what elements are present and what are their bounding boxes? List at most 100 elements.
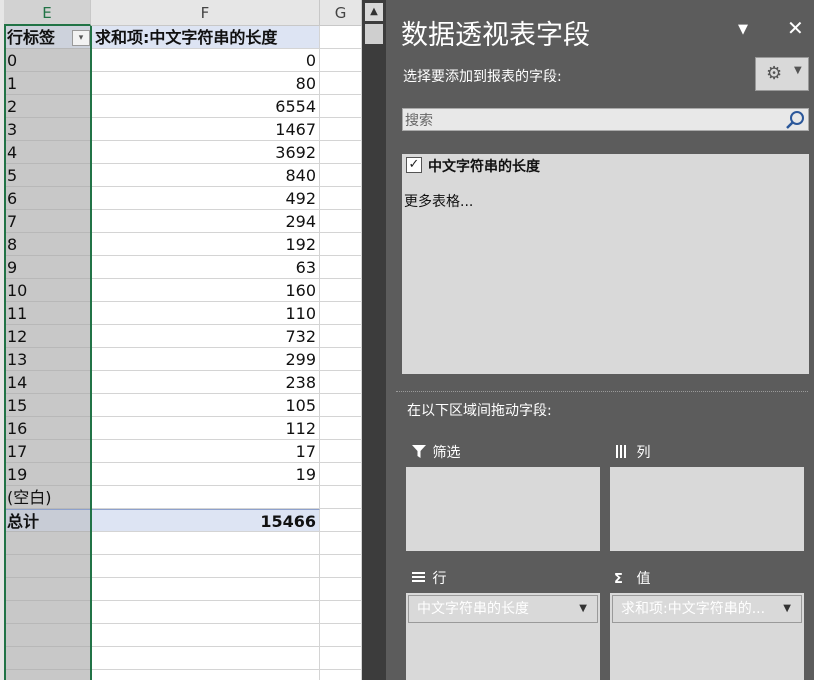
- empty-cell[interactable]: [320, 463, 362, 486]
- value-cell[interactable]: 299: [91, 348, 320, 371]
- value-cell[interactable]: 110: [91, 302, 320, 325]
- field-search-box[interactable]: [402, 108, 809, 131]
- empty-cell[interactable]: [320, 187, 362, 210]
- row-label-cell[interactable]: 0: [4, 49, 91, 72]
- row-label-cell[interactable]: 9: [4, 256, 91, 279]
- value-cell[interactable]: 492: [91, 187, 320, 210]
- empty-cell[interactable]: [91, 601, 320, 624]
- empty-cell[interactable]: [320, 302, 362, 325]
- empty-cell[interactable]: [320, 49, 362, 72]
- empty-cell[interactable]: [320, 141, 362, 164]
- row-label-cell[interactable]: 7: [4, 210, 91, 233]
- empty-cell[interactable]: [4, 624, 91, 647]
- empty-cell[interactable]: [320, 279, 362, 302]
- value-cell[interactable]: 238: [91, 371, 320, 394]
- empty-cell[interactable]: [91, 670, 320, 680]
- row-label-cell[interactable]: 12: [4, 325, 91, 348]
- empty-cell[interactable]: [91, 532, 320, 555]
- value-cell[interactable]: 19: [91, 463, 320, 486]
- row-label-cell[interactable]: 17: [4, 440, 91, 463]
- empty-cell[interactable]: [320, 509, 362, 532]
- empty-cell[interactable]: [320, 624, 362, 647]
- rows-drop-area[interactable]: 中文字符串的长度 ▼: [406, 593, 600, 680]
- search-icon[interactable]: [785, 110, 805, 130]
- row-label-cell[interactable]: (空白): [4, 486, 91, 509]
- empty-cell[interactable]: [320, 578, 362, 601]
- row-label-cell[interactable]: 4: [4, 141, 91, 164]
- value-cell[interactable]: 80: [91, 72, 320, 95]
- chevron-down-icon[interactable]: ▼: [783, 596, 791, 622]
- empty-cell[interactable]: [320, 95, 362, 118]
- value-cell[interactable]: 1467: [91, 118, 320, 141]
- empty-cell[interactable]: [4, 532, 91, 555]
- row-label-cell[interactable]: 5: [4, 164, 91, 187]
- row-label-cell[interactable]: 10: [4, 279, 91, 302]
- spreadsheet-grid[interactable]: E F G 行标签 ▾ 求和项:中文字符串的长度 0 0 1 80 2 6554 3 1467…: [0, 0, 362, 680]
- vertical-scrollbar[interactable]: ▲: [362, 0, 386, 680]
- value-cell[interactable]: 3692: [91, 141, 320, 164]
- empty-cell[interactable]: [4, 601, 91, 624]
- value-header-cell[interactable]: 求和项:中文字符串的长度: [91, 26, 320, 49]
- empty-cell[interactable]: [320, 72, 362, 95]
- empty-cell[interactable]: [320, 440, 362, 463]
- empty-cell[interactable]: [320, 532, 362, 555]
- column-header-g[interactable]: G: [320, 0, 362, 26]
- empty-cell[interactable]: [4, 647, 91, 670]
- value-cell[interactable]: 105: [91, 394, 320, 417]
- row-label-cell[interactable]: 1: [4, 72, 91, 95]
- scroll-up-button[interactable]: ▲: [365, 3, 383, 21]
- row-label-cell[interactable]: 19: [4, 463, 91, 486]
- value-cell[interactable]: 63: [91, 256, 320, 279]
- scroll-thumb[interactable]: [365, 24, 383, 44]
- empty-cell[interactable]: [320, 486, 362, 509]
- column-header-f[interactable]: F: [91, 0, 320, 26]
- value-cell[interactable]: 840: [91, 164, 320, 187]
- empty-cell[interactable]: [320, 647, 362, 670]
- total-label-cell[interactable]: 总计: [4, 509, 91, 532]
- filters-drop-area[interactable]: [406, 467, 600, 551]
- empty-cell[interactable]: [320, 210, 362, 233]
- empty-cell[interactable]: [320, 325, 362, 348]
- value-cell[interactable]: 6554: [91, 95, 320, 118]
- empty-cell[interactable]: [4, 578, 91, 601]
- more-tables-link[interactable]: 更多表格...: [404, 191, 473, 211]
- row-label-cell[interactable]: 16: [4, 417, 91, 440]
- row-label-cell[interactable]: 3: [4, 118, 91, 141]
- value-cell[interactable]: 112: [91, 417, 320, 440]
- empty-cell[interactable]: [320, 417, 362, 440]
- empty-cell[interactable]: [91, 647, 320, 670]
- empty-cell[interactable]: [320, 601, 362, 624]
- row-label-cell[interactable]: 11: [4, 302, 91, 325]
- columns-drop-area[interactable]: [610, 467, 804, 551]
- row-label-cell[interactable]: 6: [4, 187, 91, 210]
- value-cell[interactable]: 294: [91, 210, 320, 233]
- value-cell[interactable]: 732: [91, 325, 320, 348]
- pane-close-icon[interactable]: ✕: [787, 16, 804, 40]
- empty-cell[interactable]: [320, 26, 362, 49]
- rows-field-pill[interactable]: 中文字符串的长度 ▼: [408, 595, 598, 623]
- field-checkbox[interactable]: ✓: [406, 157, 422, 173]
- pane-options-dropdown-icon[interactable]: ▼: [738, 22, 748, 37]
- empty-cell[interactable]: [320, 348, 362, 371]
- row-label-cell[interactable]: 14: [4, 371, 91, 394]
- empty-cell[interactable]: [320, 394, 362, 417]
- row-label-cell[interactable]: 15: [4, 394, 91, 417]
- row-label-filter-button[interactable]: ▾: [72, 30, 90, 46]
- column-header-e[interactable]: E: [4, 0, 91, 26]
- row-label-cell[interactable]: 13: [4, 348, 91, 371]
- empty-cell[interactable]: [320, 233, 362, 256]
- field-name-label[interactable]: 中文字符串的长度: [428, 156, 540, 176]
- value-cell[interactable]: [91, 486, 320, 509]
- chevron-down-icon[interactable]: ▼: [579, 596, 587, 622]
- empty-cell[interactable]: [320, 256, 362, 279]
- empty-cell[interactable]: [320, 371, 362, 394]
- total-value-cell[interactable]: 15466: [91, 509, 320, 532]
- values-field-pill[interactable]: 求和项:中文字符串的... ▼: [612, 595, 802, 623]
- empty-cell[interactable]: [4, 670, 91, 680]
- value-cell[interactable]: 0: [91, 49, 320, 72]
- empty-cell[interactable]: [320, 164, 362, 187]
- empty-cell[interactable]: [320, 555, 362, 578]
- empty-cell[interactable]: [91, 578, 320, 601]
- empty-cell[interactable]: [4, 555, 91, 578]
- value-cell[interactable]: 160: [91, 279, 320, 302]
